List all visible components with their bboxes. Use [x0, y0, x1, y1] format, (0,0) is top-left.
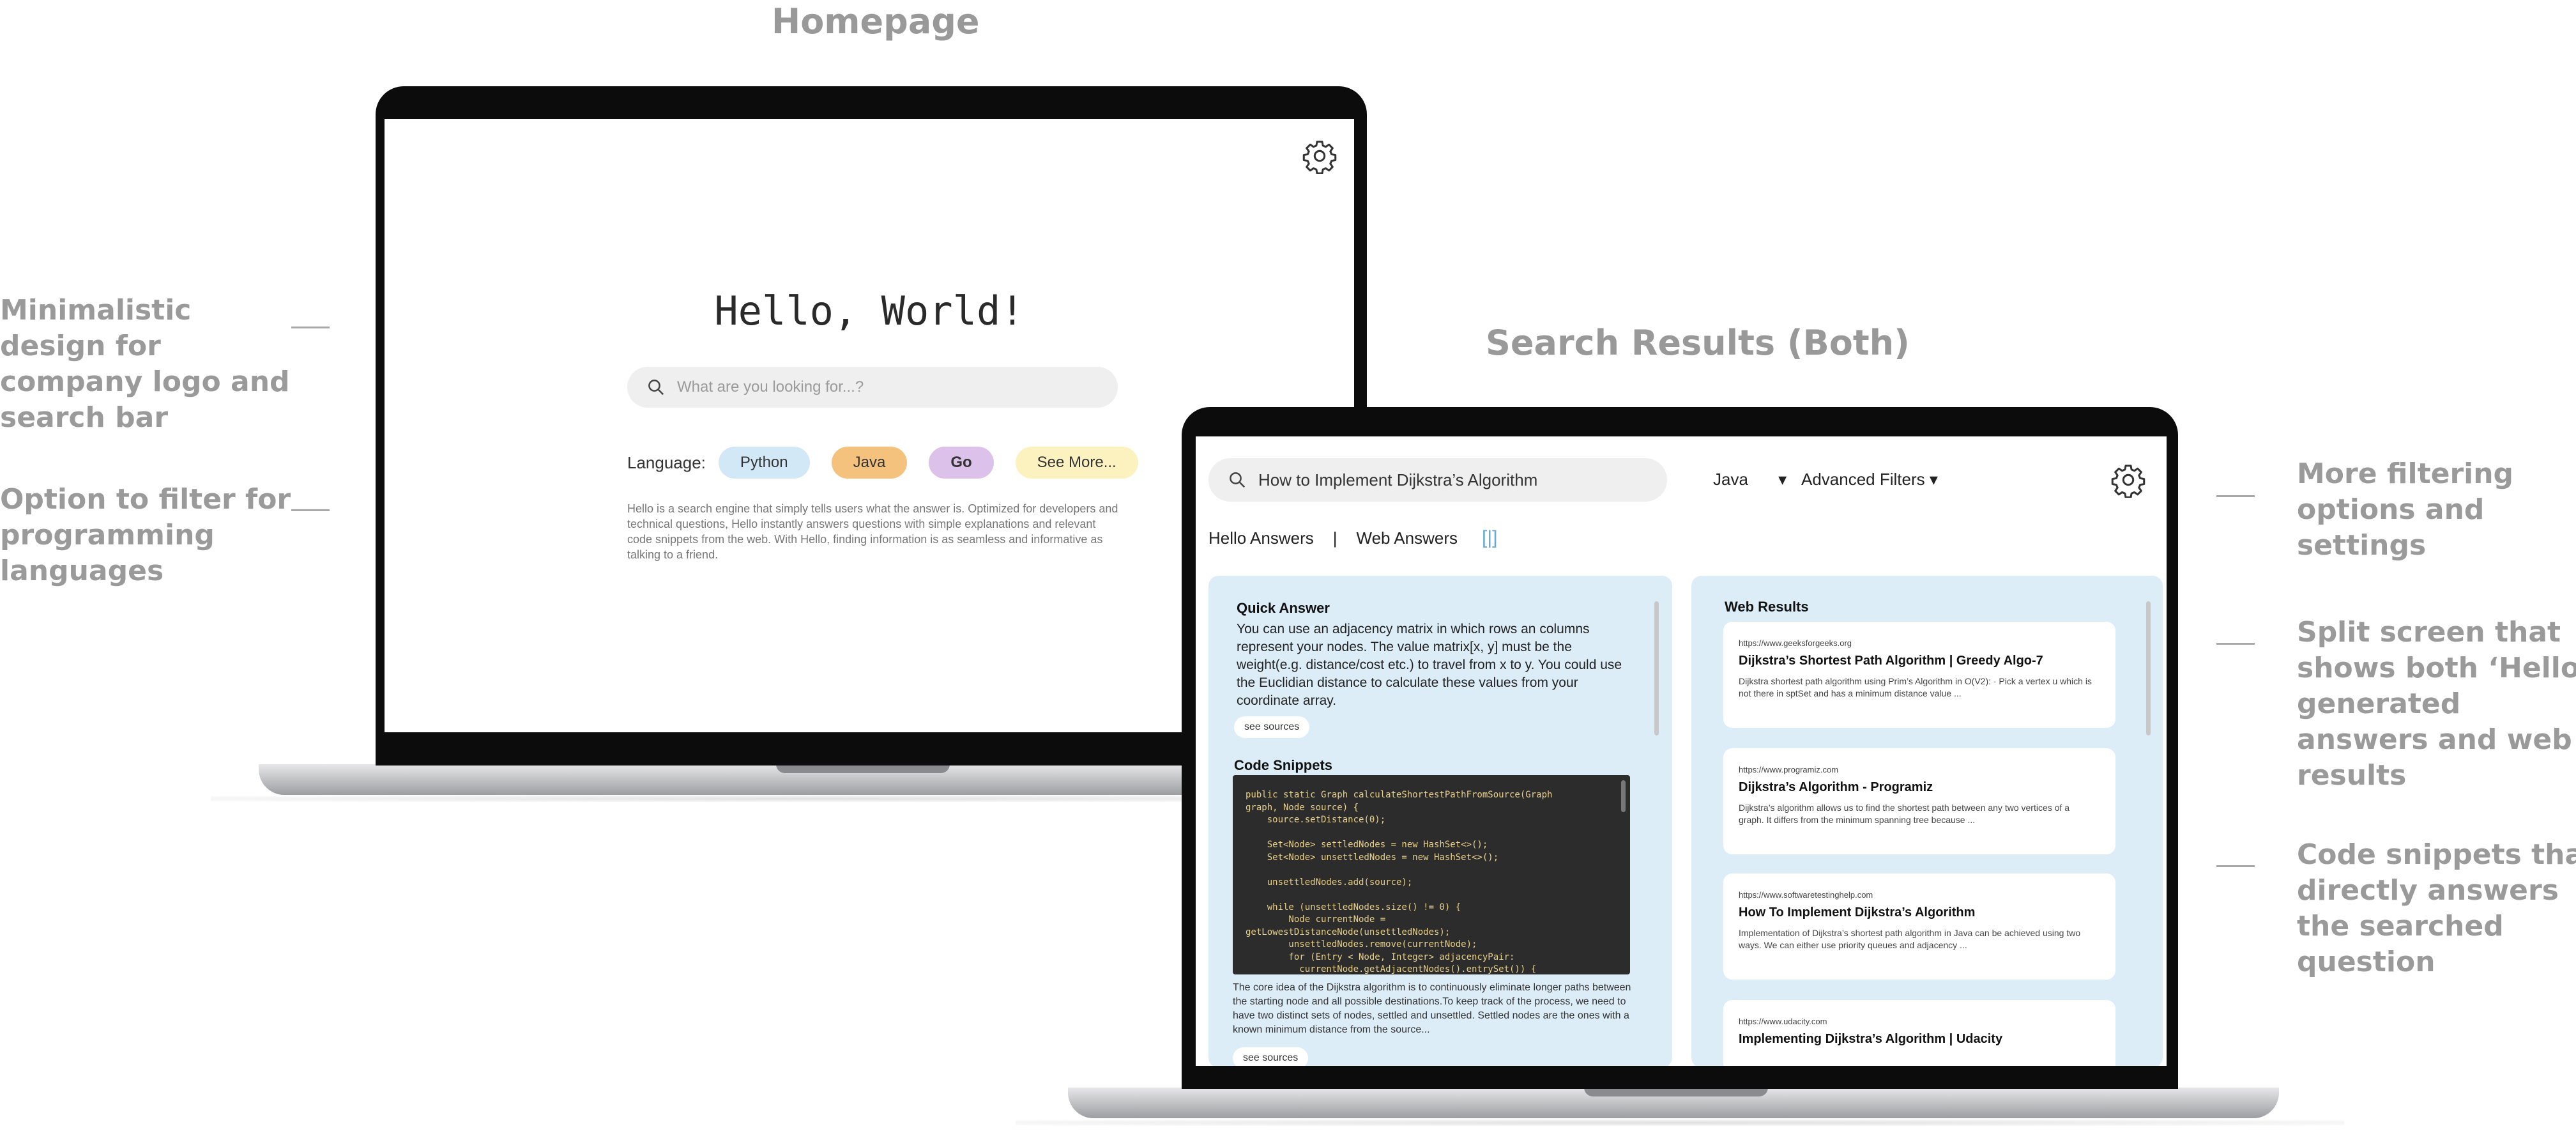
language-chip-python[interactable]: Python	[718, 447, 810, 479]
web-result-title[interactable]: Dijkstra’s Algorithm - Programiz	[1739, 780, 1933, 795]
settings-gear-icon[interactable]	[1302, 138, 1338, 174]
search-placeholder: What are you looking for...?	[677, 378, 864, 396]
language-chip-see-more[interactable]: See More...	[1015, 447, 1138, 479]
core-idea-text: The core idea of the Dijkstra algorithm …	[1233, 982, 1631, 1035]
advanced-filters-dropdown[interactable]: Advanced Filters ▾	[1801, 470, 1938, 489]
see-sources-button[interactable]: see sources	[1234, 716, 1310, 738]
annotation-connector	[291, 327, 330, 328]
web-result-url[interactable]: https://www.softwaretestinghelp.com	[1739, 890, 1873, 900]
web-result-snippet: Dijkstra shortest path algorithm using P…	[1739, 676, 2092, 698]
annotation-connector	[291, 509, 330, 511]
web-result-snippet: Implementation of Dijkstra’s shortest pa…	[1739, 928, 2081, 950]
language-filter-row: Language: Python Java Go See More...	[627, 447, 1138, 479]
language-chip-java[interactable]: Java	[831, 447, 908, 479]
code-snippets-title: Code Snippets	[1234, 757, 1333, 773]
laptop-notch	[1584, 1088, 1768, 1096]
laptop-notch	[776, 764, 950, 773]
code-snippet-block[interactable]: public static Graph calculateShortestPat…	[1233, 775, 1630, 974]
web-results-title: Web Results	[1725, 599, 1809, 615]
language-label: Language:	[627, 452, 706, 472]
quick-answer-title: Quick Answer	[1237, 600, 1330, 616]
hello-answers-panel: Quick Answer You can use an adjacency ma…	[1208, 576, 1672, 1066]
web-result-title[interactable]: Dijkstra’s Shortest Path Algorithm | Gre…	[1739, 654, 2043, 668]
tab-hello-answers[interactable]: Hello Answers	[1208, 528, 1314, 548]
annotation-code-snippets: Code snippets that directly answers the …	[2297, 838, 2576, 978]
results-tabs: Hello Answers | Web Answers [|]	[1208, 527, 1497, 549]
language-filter-dropdown[interactable]: Java ▾	[1713, 470, 1787, 489]
split-view-icon[interactable]: [|]	[1482, 527, 1497, 549]
web-result-title[interactable]: Implementing Dijkstra’s Algorithm | Udac…	[1739, 1032, 2002, 1047]
search-results-section-title: Search Results (Both)	[1486, 323, 1910, 363]
annotation-split-screen: Split screen that shows both ‘Hello’ gen…	[2297, 616, 2576, 792]
annotation-minimalistic-design: Minimalistic design for company logo and…	[0, 294, 290, 434]
annotation-connector	[2216, 495, 2255, 497]
search-icon	[1228, 470, 1247, 489]
language-filter-value: Java	[1713, 470, 1748, 489]
homepage-search-input[interactable]: What are you looking for...?	[627, 367, 1118, 408]
results-search-input[interactable]: How to Implement Dijkstra’s Algorithm	[1208, 458, 1667, 502]
chevron-down-icon: ▾	[1778, 470, 1787, 489]
web-result-url[interactable]: https://www.geeksforgeeks.org	[1739, 638, 1852, 648]
web-result-url[interactable]: https://www.programiz.com	[1739, 765, 1838, 774]
web-result-card[interactable]: https://www.programiz.com Dijkstra’s Alg…	[1723, 748, 2115, 854]
results-screen: How to Implement Dijkstra’s Algorithm Ja…	[1196, 436, 2167, 1066]
panel-scrollbar[interactable]	[2146, 601, 2151, 735]
code-snippet-text: public static Graph calculateShortestPat…	[1246, 790, 1553, 974]
laptop-shadow	[1016, 1119, 2344, 1126]
homepage-section-title: Homepage	[772, 1, 980, 42]
web-result-card[interactable]: https://www.softwaretestinghelp.com How …	[1723, 873, 2115, 980]
web-result-card[interactable]: https://www.udacity.com Implementing Dij…	[1723, 1000, 2115, 1066]
quick-answer-text: You can use an adjacency matrix in which…	[1237, 622, 1622, 708]
annotation-connector	[2216, 865, 2255, 867]
language-chip-go[interactable]: Go	[929, 447, 994, 479]
web-result-url[interactable]: https://www.udacity.com	[1739, 1017, 1827, 1026]
search-query: How to Implement Dijkstra’s Algorithm	[1258, 470, 1538, 489]
laptop-base	[1068, 1088, 2279, 1118]
web-result-title[interactable]: How To Implement Dijkstra’s Algorithm	[1739, 905, 1975, 920]
see-sources-button[interactable]: see sources	[1233, 1047, 1309, 1066]
web-results-panel: Web Results https://www.geeksforgeeks.or…	[1691, 576, 2163, 1066]
annotation-connector	[2216, 643, 2255, 645]
panel-scrollbar[interactable]	[1654, 601, 1659, 735]
annotation-filtering-options: More filtering options and settings	[2297, 458, 2514, 562]
search-icon	[646, 378, 666, 397]
code-scrollbar[interactable]	[1621, 780, 1626, 812]
tab-web-answers[interactable]: Web Answers	[1357, 528, 1458, 548]
logo-text: Hello, World!	[714, 288, 1025, 334]
annotation-language-filter: Option to filter for programming languag…	[0, 483, 291, 587]
homepage-description: Hello is a search engine that simply tel…	[627, 502, 1118, 561]
tab-separator: |	[1332, 528, 1338, 548]
web-result-card[interactable]: https://www.geeksforgeeks.org Dijkstra’s…	[1723, 622, 2115, 728]
settings-gear-icon[interactable]	[2110, 462, 2146, 498]
web-result-snippet: Dijkstra’s algorithm allows us to find t…	[1739, 803, 2069, 825]
